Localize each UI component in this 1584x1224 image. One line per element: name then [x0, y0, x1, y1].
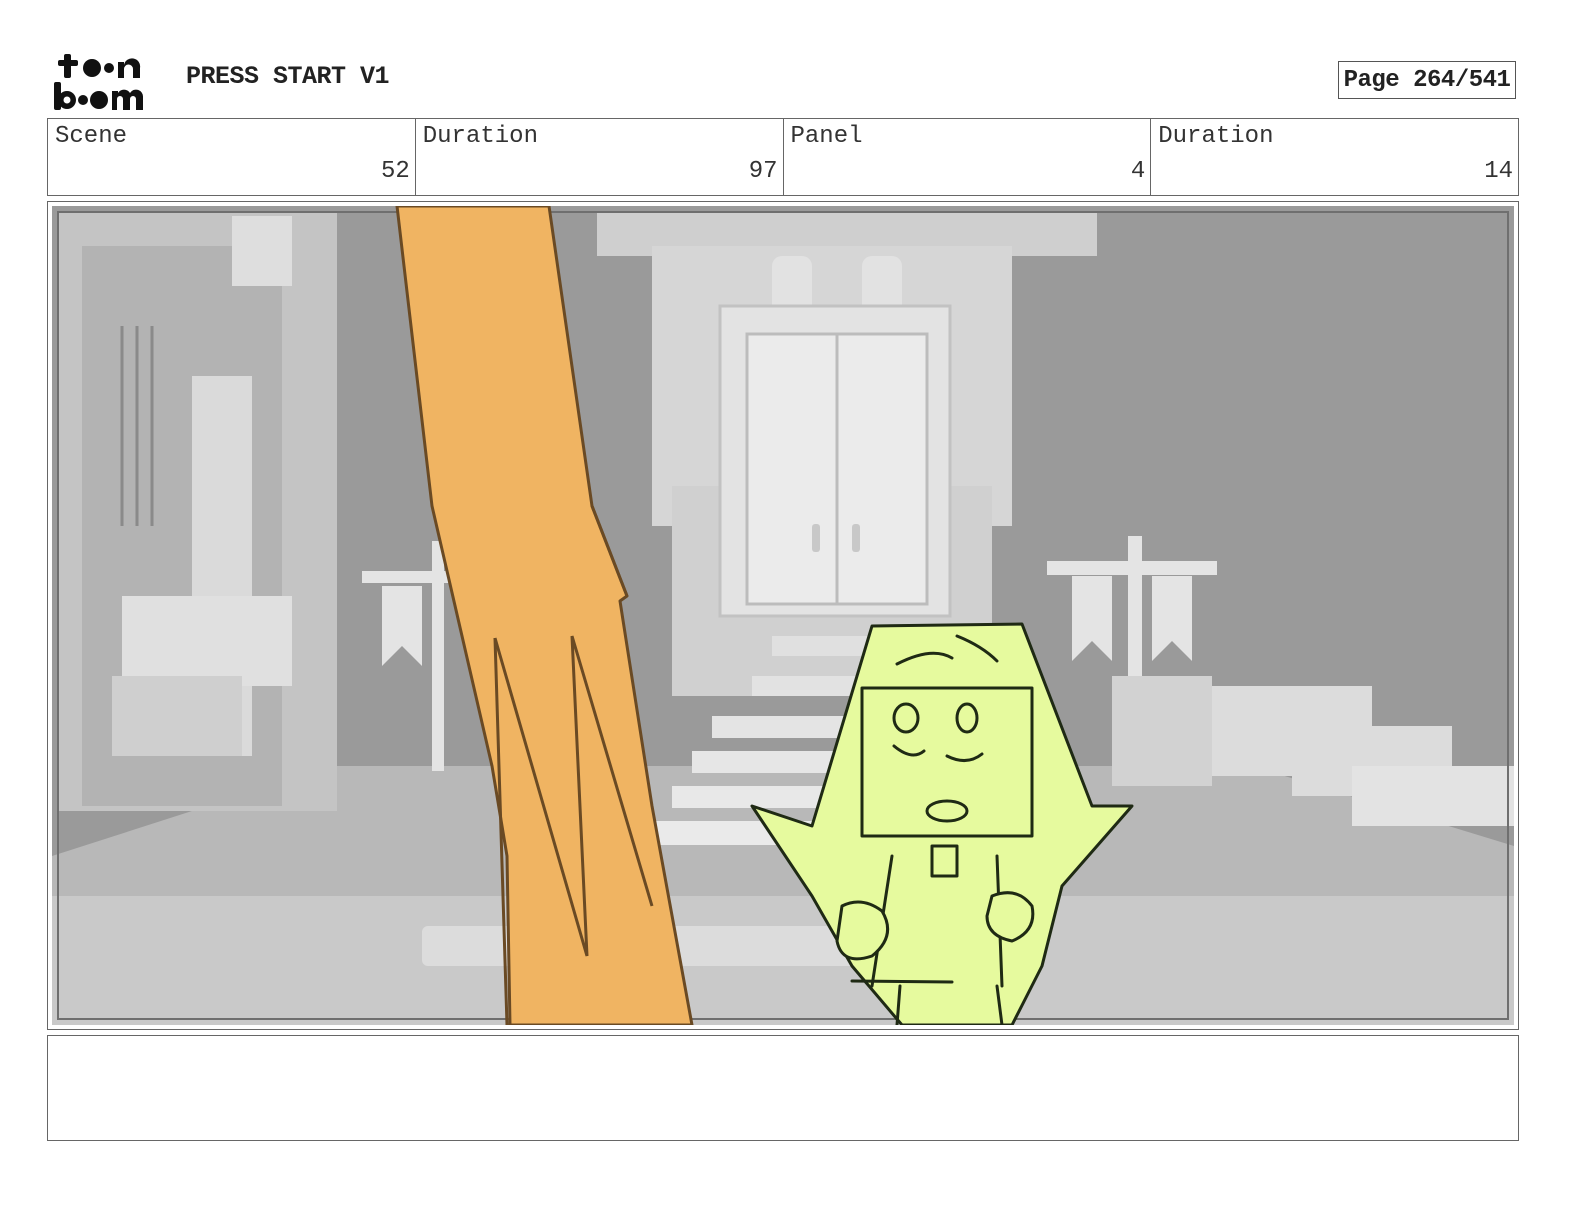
panel-value: 4 [1130, 158, 1146, 185]
project-title: PRESS START V1 [186, 62, 390, 91]
scene-duration-value: 97 [748, 158, 778, 185]
panel-artwork [52, 206, 1514, 1025]
scene-duration-cell: Duration 97 [416, 119, 784, 195]
panel-cell: Panel 4 [784, 119, 1152, 195]
storyboard-panel-frame [47, 201, 1519, 1030]
storyboard-panel-image [52, 206, 1514, 1025]
scene-value: 52 [380, 158, 410, 185]
scene-label: Scene [55, 123, 128, 150]
panel-duration-value: 14 [1484, 158, 1513, 185]
scene-info-row: Scene 52 Duration 97 Panel 4 Duration 14 [47, 118, 1519, 196]
scene-cell: Scene 52 [48, 119, 416, 195]
toon-boom-logo [52, 52, 164, 112]
panel-duration-label: Duration [1158, 123, 1274, 150]
panel-duration-cell: Duration 14 [1151, 119, 1518, 195]
scene-duration-label: Duration [422, 123, 538, 150]
page-counter: Page 264/541 [1338, 61, 1516, 99]
panel-label: Panel [790, 123, 863, 150]
panel-notes-box [47, 1035, 1519, 1141]
logo-graphic [54, 54, 144, 110]
